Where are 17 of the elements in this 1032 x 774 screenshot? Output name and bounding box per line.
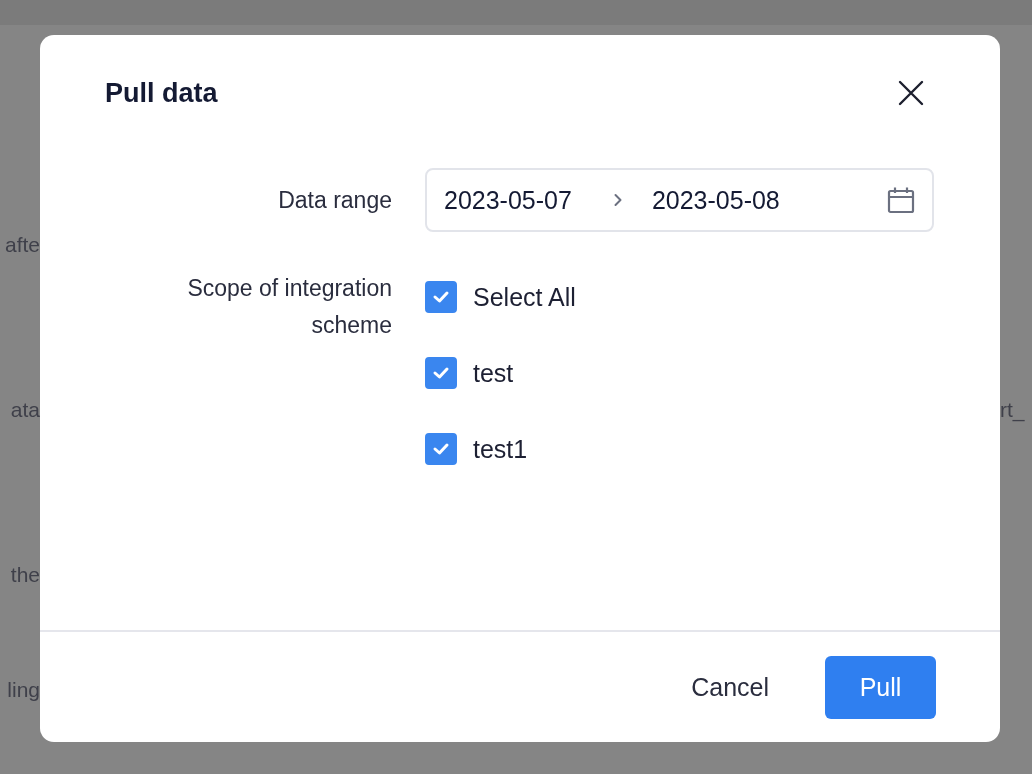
close-icon bbox=[898, 80, 924, 106]
chevron-icon bbox=[613, 193, 622, 207]
date-range-field[interactable]: 2023-05-07 2023-05-08 bbox=[425, 168, 934, 232]
field-label: Scope of integration scheme bbox=[186, 274, 392, 340]
checkbox[interactable]: test bbox=[425, 357, 934, 389]
close-button[interactable] bbox=[896, 78, 926, 108]
background-text: ata bbox=[10, 397, 40, 423]
checkbox[interactable]: Select All bbox=[425, 281, 934, 313]
dialog-title: Pull data bbox=[105, 77, 218, 109]
pull-button[interactable]: Pull bbox=[825, 655, 936, 719]
background-text: rt_ bbox=[1000, 397, 1026, 424]
field-label: Data range bbox=[277, 185, 392, 215]
checkbox[interactable]: test1 bbox=[425, 433, 934, 465]
background-text: the bbox=[10, 562, 40, 588]
calendar-icon[interactable] bbox=[887, 186, 915, 214]
background-text: afte bbox=[4, 232, 40, 258]
background-text: ling bbox=[7, 677, 40, 703]
